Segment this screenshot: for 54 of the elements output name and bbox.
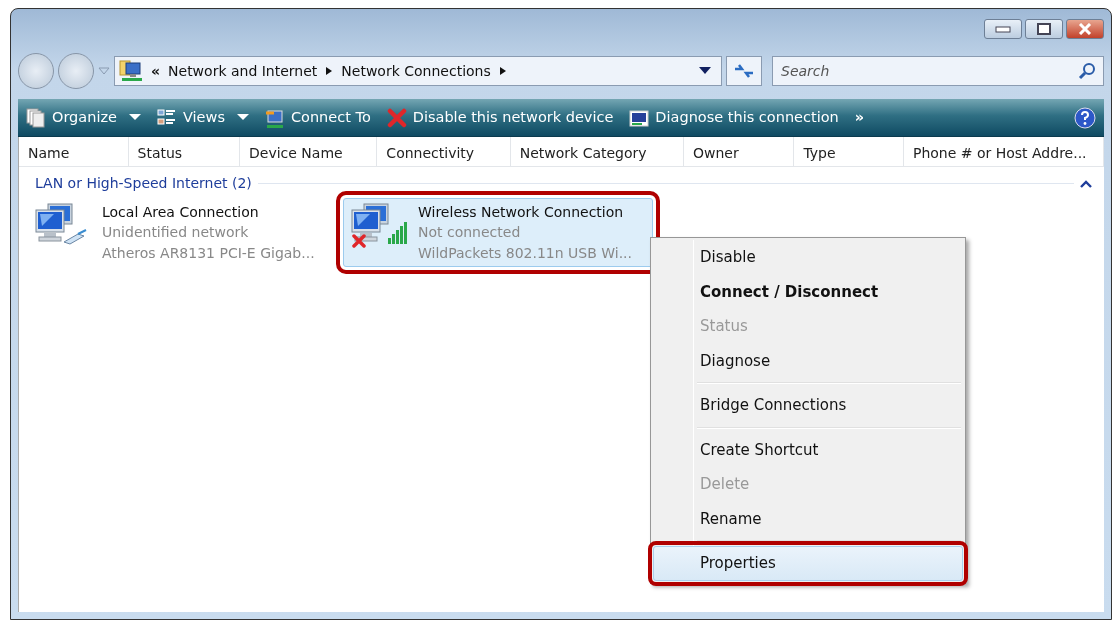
monitor-icon bbox=[629, 107, 650, 128]
search-field[interactable]: Search bbox=[772, 56, 1104, 86]
device-name: Atheros AR8131 PCI-E Gigab... bbox=[102, 243, 315, 263]
refresh-icon bbox=[733, 62, 755, 80]
menu-item[interactable]: Disable bbox=[653, 240, 963, 275]
pages-icon bbox=[26, 107, 46, 128]
toolbar-button[interactable]: Connect To bbox=[264, 106, 371, 129]
menu-item[interactable]: Create Shortcut bbox=[653, 432, 963, 467]
column-header[interactable]: Device Name bbox=[240, 137, 378, 166]
close-button[interactable] bbox=[1066, 19, 1104, 39]
column-header[interactable]: Network Category bbox=[510, 137, 684, 166]
help-icon[interactable] bbox=[1074, 106, 1096, 129]
column-header[interactable]: Status bbox=[128, 137, 240, 166]
connection-status: Not connected bbox=[418, 223, 522, 243]
network-folder-icon bbox=[119, 59, 143, 83]
toolbar-button[interactable]: Diagnose this connection bbox=[629, 106, 839, 129]
menu-item[interactable]: Diagnose bbox=[653, 343, 963, 378]
breadcrumb-arrow-icon[interactable] bbox=[498, 66, 507, 76]
toolbar-button[interactable]: Views bbox=[156, 106, 249, 129]
device-name: WildPackets 802.11n USB Wi... bbox=[418, 243, 633, 263]
address-overflow[interactable]: « bbox=[151, 60, 161, 82]
column-header[interactable]: Name bbox=[19, 137, 129, 166]
close-icon bbox=[1078, 23, 1092, 35]
breadcrumb-arrow-icon[interactable] bbox=[325, 66, 334, 76]
breadcrumb[interactable]: Network Connections bbox=[341, 60, 491, 82]
column-header[interactable]: Owner bbox=[683, 137, 795, 166]
cross-icon bbox=[386, 107, 407, 128]
group-title[interactable]: LAN or High-Speed Internet (2) bbox=[35, 173, 252, 194]
menu-item[interactable]: Connect / Disconnect bbox=[653, 274, 963, 309]
address-bar[interactable]: « Network and Internet Network Connections bbox=[114, 56, 722, 86]
address-dropdown-icon[interactable] bbox=[699, 67, 711, 75]
connection-name: Wireless Network Connection bbox=[418, 203, 625, 222]
wireless-computer-icon bbox=[350, 202, 408, 248]
minimize-button[interactable] bbox=[984, 19, 1022, 39]
menu-item[interactable]: Bridge Connections bbox=[653, 388, 963, 423]
maximize-icon bbox=[1037, 23, 1051, 35]
computer-icon bbox=[264, 107, 285, 128]
connection-name: Local Area Connection bbox=[102, 203, 260, 222]
connection-item[interactable]: Local Area Connection Unidentified network Atheros AR8131 PCI-E Gigab... bbox=[27, 198, 337, 267]
toolbar-more-button[interactable]: » bbox=[854, 106, 865, 129]
toolbar-button[interactable]: Disable this network device bbox=[386, 106, 614, 129]
breadcrumb[interactable]: Network and Internet bbox=[168, 60, 318, 82]
maximize-button[interactable] bbox=[1025, 19, 1063, 39]
view-list-icon bbox=[156, 107, 177, 128]
connection-status: Unidentified network bbox=[102, 223, 250, 243]
refresh-button[interactable] bbox=[726, 56, 762, 86]
collapse-icon[interactable] bbox=[1080, 179, 1092, 188]
menu-item[interactable]: Rename bbox=[653, 501, 963, 536]
column-header[interactable]: Phone # or Host Addre... bbox=[903, 137, 1104, 166]
search-icon bbox=[1078, 62, 1096, 80]
column-header[interactable]: Type bbox=[794, 137, 904, 166]
minimize-icon bbox=[995, 25, 1011, 33]
column-header[interactable]: Connectivity bbox=[377, 137, 511, 166]
toolbar-button[interactable]: Organize bbox=[26, 106, 141, 129]
